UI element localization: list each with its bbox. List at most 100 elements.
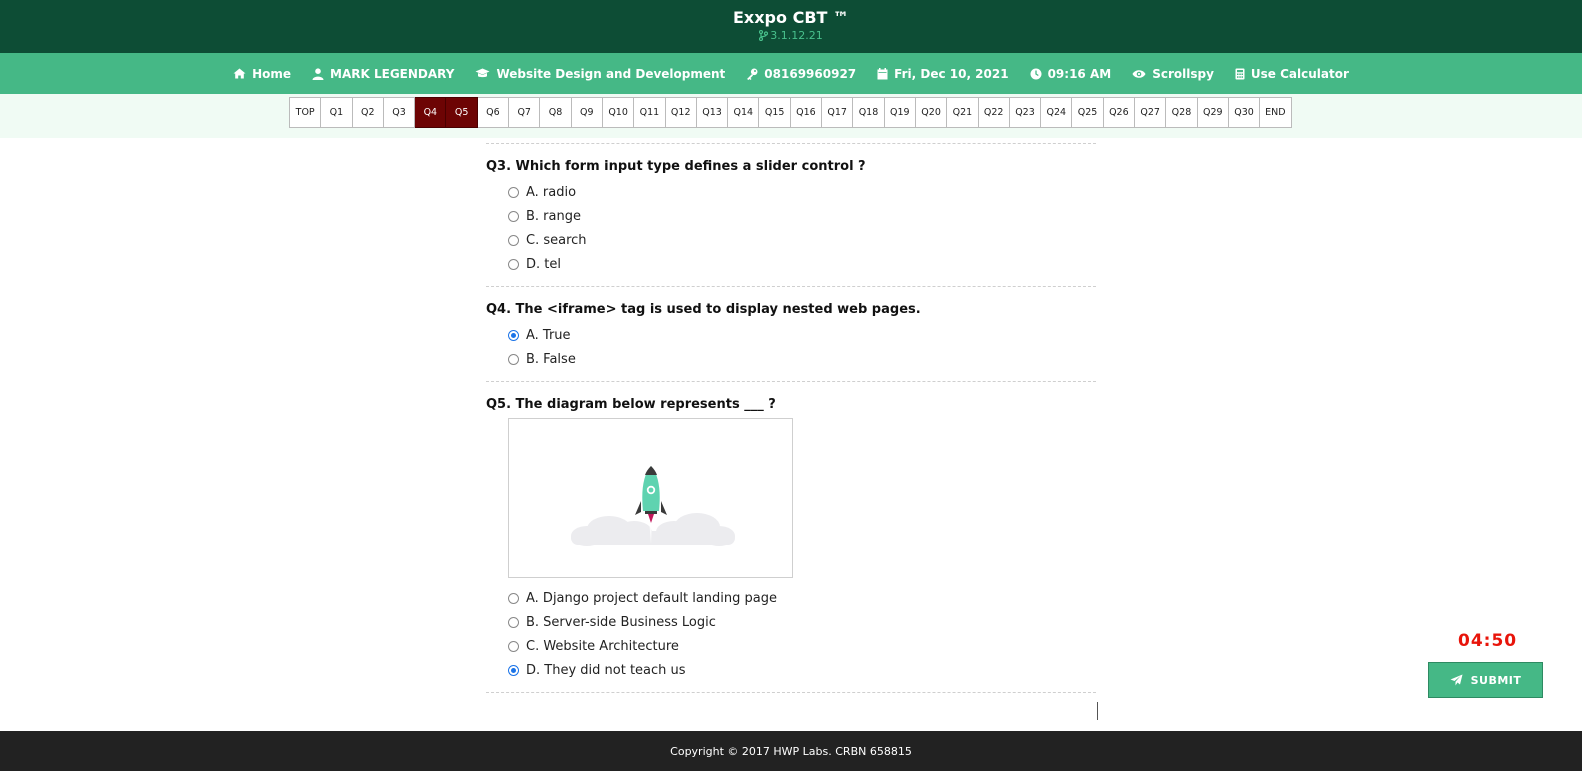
nav-time[interactable]: 09:16 AM <box>1030 66 1112 81</box>
qnav-q21[interactable]: Q21 <box>947 97 979 128</box>
version-text: 3.1.12.21 <box>770 29 823 42</box>
option-q5-b[interactable]: B. Server-side Business Logic <box>486 610 1096 634</box>
nav-scrollspy[interactable]: Scrollspy <box>1132 67 1214 81</box>
qnav-top[interactable]: TOP <box>290 97 322 128</box>
rocket-launch-illustration <box>508 418 793 578</box>
submit-button[interactable]: SUBMIT <box>1428 662 1543 698</box>
nav-date[interactable]: Fri, Dec 10, 2021 <box>877 66 1009 81</box>
qnav-q12[interactable]: Q12 <box>665 97 697 128</box>
qnav-q5[interactable]: Q5 <box>446 97 478 128</box>
app-version: 3.1.12.21 <box>0 29 1582 42</box>
radio-button[interactable] <box>508 592 519 604</box>
option-q5-c[interactable]: C. Website Architecture <box>486 634 1096 658</box>
qnav-q25[interactable]: Q25 <box>1072 97 1104 128</box>
question-q4: Q4. The <iframe> tag is used to display … <box>486 287 1096 381</box>
calendar-icon <box>877 67 888 79</box>
qnav-q28[interactable]: Q28 <box>1166 97 1198 128</box>
qnav-q20[interactable]: Q20 <box>915 97 948 128</box>
option-label: B. range <box>526 208 581 224</box>
nav-home-label: Home <box>252 66 292 81</box>
nav-user[interactable]: MARK LEGENDARY <box>312 67 454 81</box>
qnav-q16[interactable]: Q16 <box>790 97 823 128</box>
radio-button[interactable] <box>508 210 519 222</box>
git-branch-icon <box>759 29 769 42</box>
qnav-q30[interactable]: Q30 <box>1228 97 1261 128</box>
qnav-q15[interactable]: Q15 <box>759 97 791 128</box>
qnav-q29[interactable]: Q29 <box>1197 97 1229 128</box>
qnav-q7[interactable]: Q7 <box>509 97 541 128</box>
qnav-q4[interactable]: Q4 <box>415 97 447 128</box>
qnav-q26[interactable]: Q26 <box>1103 97 1136 128</box>
qnav-q13[interactable]: Q13 <box>696 97 729 128</box>
option-q4-b[interactable]: B. False <box>486 347 1096 371</box>
option-label: D. tel <box>526 256 561 272</box>
graduation-cap-icon <box>475 68 490 78</box>
qnav-q1[interactable]: Q1 <box>321 97 353 128</box>
option-q3-d[interactable]: D. tel <box>486 252 1096 276</box>
option-q3-c[interactable]: C. search <box>486 228 1096 252</box>
question-q5: Q5. The diagram below represents ___ ? A… <box>486 382 1096 692</box>
option-label: D. They did not teach us <box>526 662 686 678</box>
option-label: B. False <box>526 351 576 367</box>
qnav-q9[interactable]: Q9 <box>571 97 603 128</box>
radio-button[interactable] <box>508 234 519 246</box>
option-label: A. radio <box>526 184 577 200</box>
nav-phone[interactable]: 08169960927 <box>746 67 856 81</box>
text-caret <box>1097 702 1098 720</box>
qnav-q8[interactable]: Q8 <box>540 97 572 128</box>
option-label: C. Website Architecture <box>526 638 679 654</box>
calculator-icon <box>1235 68 1245 79</box>
app-header: Exxpo CBT ™ 3.1.12.21 <box>0 0 1582 53</box>
radio-button[interactable] <box>508 353 519 365</box>
home-icon <box>233 68 246 79</box>
countdown-timer: 04:50 <box>1458 631 1518 651</box>
paper-plane-icon <box>1450 674 1463 686</box>
radio-button-checked[interactable] <box>508 329 519 341</box>
question-text: Q4. The <iframe> tag is used to display … <box>486 302 921 317</box>
question-list: Q3. Which form input type defines a slid… <box>486 143 1096 693</box>
qnav-q23[interactable]: Q23 <box>1009 97 1042 128</box>
option-label: B. Server-side Business Logic <box>526 614 716 630</box>
qnav-end[interactable]: END <box>1260 97 1292 128</box>
radio-button[interactable] <box>508 616 519 628</box>
nav-date-label: Fri, Dec 10, 2021 <box>894 66 1009 81</box>
question-q3: Q3. Which form input type defines a slid… <box>486 144 1096 286</box>
qnav-q2[interactable]: Q2 <box>352 97 384 128</box>
radio-button[interactable] <box>508 186 519 198</box>
qnav-q24[interactable]: Q24 <box>1041 97 1073 128</box>
option-q3-b[interactable]: B. range <box>486 204 1096 228</box>
rocket-icon <box>571 466 735 546</box>
nav-user-label: MARK LEGENDARY <box>330 66 455 81</box>
radio-button[interactable] <box>508 640 519 652</box>
qnav-q6[interactable]: Q6 <box>477 97 510 128</box>
nav-course-label: Website Design and Development <box>496 66 726 81</box>
qnav-q11[interactable]: Q11 <box>634 97 666 128</box>
qnav-q22[interactable]: Q22 <box>978 97 1010 128</box>
eye-icon <box>1132 69 1146 78</box>
app-title: Exxpo CBT ™ <box>732 8 849 27</box>
qnav-q3[interactable]: Q3 <box>383 97 416 128</box>
option-q3-a[interactable]: A. radio <box>486 180 1096 204</box>
qnav-q10[interactable]: Q10 <box>602 97 635 128</box>
qnav-q17[interactable]: Q17 <box>822 97 854 128</box>
submit-label: SUBMIT <box>1470 673 1522 687</box>
qnav-q27[interactable]: Q27 <box>1135 97 1167 128</box>
option-q5-d[interactable]: D. They did not teach us <box>486 658 1096 682</box>
qnav-q19[interactable]: Q19 <box>884 97 916 128</box>
option-label: A. Django project default landing page <box>526 590 777 606</box>
top-nav: Home MARK LEGENDARY Website Design and D… <box>0 53 1582 94</box>
question-text: Q3. Which form input type defines a slid… <box>486 159 866 174</box>
nav-calculator[interactable]: Use Calculator <box>1235 67 1349 81</box>
nav-home[interactable]: Home <box>233 67 291 81</box>
option-q5-a[interactable]: A. Django project default landing page <box>486 586 1096 610</box>
qnav-q18[interactable]: Q18 <box>853 97 885 128</box>
qnav-q14[interactable]: Q14 <box>728 97 760 128</box>
radio-button-checked[interactable] <box>508 664 519 676</box>
nav-time-label: 09:16 AM <box>1047 66 1112 81</box>
nav-course[interactable]: Website Design and Development <box>475 67 725 81</box>
copyright-text: Copyright © 2017 HWP Labs. CRBN 658815 <box>670 744 912 758</box>
clock-icon <box>1030 68 1042 79</box>
option-q4-a[interactable]: A. True <box>486 323 1096 347</box>
radio-button[interactable] <box>508 258 519 270</box>
option-label: C. search <box>526 232 587 248</box>
